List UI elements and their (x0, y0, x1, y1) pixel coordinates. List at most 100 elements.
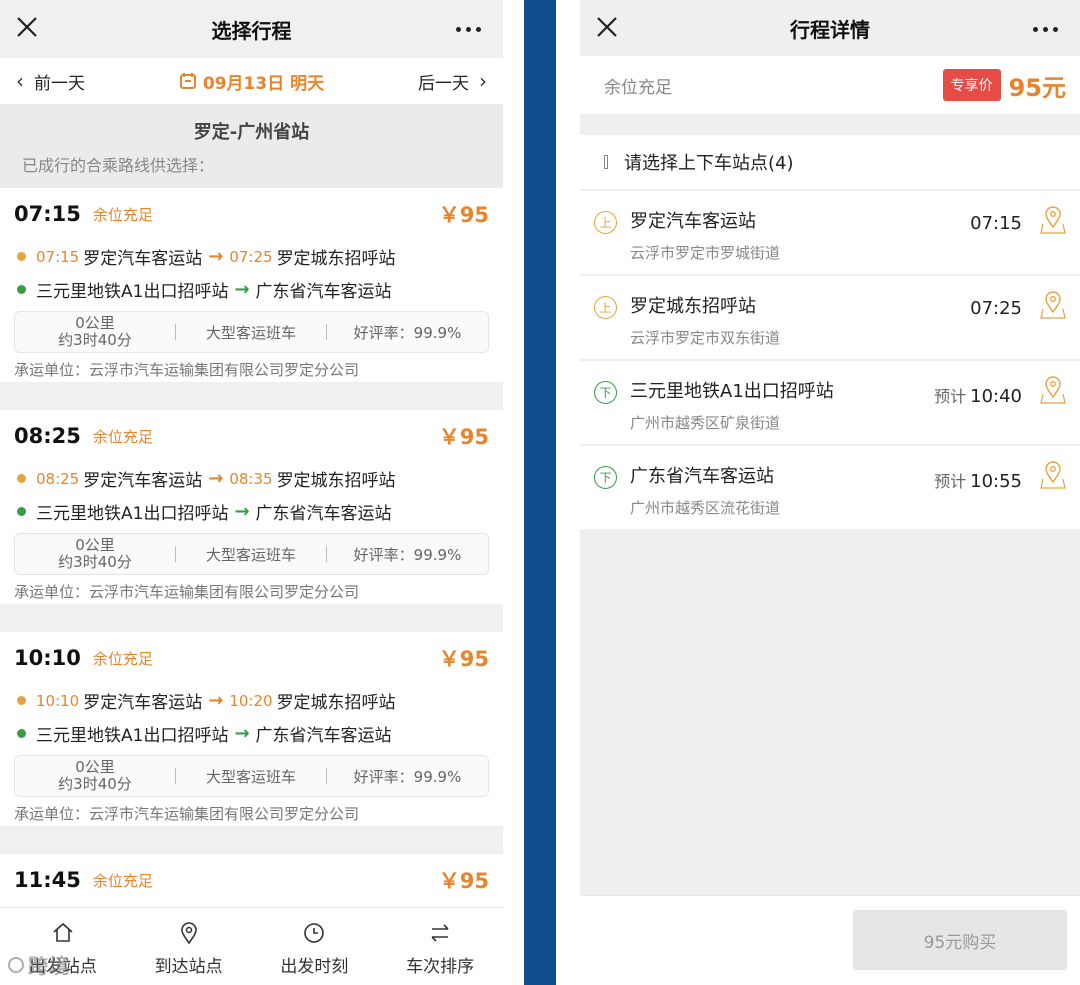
alight-icon: 下 (594, 381, 617, 404)
from-station: 罗定汽车客运站 (83, 471, 203, 491)
mid-time: 07:25 (229, 247, 273, 266)
trip-card[interactable]: 11:45 余位充足 ￥95 (0, 854, 503, 914)
header: 行程详情 (580, 0, 1080, 56)
from-station: 罗定汽车客运站 (83, 693, 203, 713)
trip-card[interactable]: 08:25 余位充足 ￥95 08:25 罗定汽车客运站 → 08:35 罗定城… (0, 410, 503, 604)
mid-station: 罗定城东招呼站 (276, 693, 396, 713)
route-hint: 已成行的合乘路线供选择： (22, 156, 215, 175)
from-time: 08:25 (36, 469, 80, 488)
rating: 好评率：99.9% (353, 545, 462, 564)
prev-day-button[interactable]: ‹ 前一天 (16, 69, 85, 94)
mid-station: 罗定城东招呼站 (276, 249, 396, 269)
arrow-right-icon: → (208, 246, 224, 267)
rating: 好评率：99.9% (353, 323, 462, 342)
distance: 0公里 (75, 314, 115, 332)
bottom-tab-bar: 出发站点 到达站点 出发时刻 车次排序 (0, 907, 503, 985)
exclusive-price-badge: 专享价 (942, 69, 1001, 101)
drop-station-2: 广东省汽车客运站 (255, 282, 392, 302)
alighting-route: 三元里地铁A1出口招呼站 → 广东省汽车客运站 (14, 273, 489, 306)
board-icon: 上 (594, 296, 617, 319)
map-pin-icon[interactable] (1040, 375, 1066, 405)
calendar-icon (179, 73, 196, 89)
home-icon (53, 922, 73, 942)
close-icon[interactable] (14, 14, 40, 40)
trip-time: 10:10 (14, 646, 81, 670)
drop-station-2: 广东省汽车客运站 (255, 504, 392, 524)
alight-icon: 下 (594, 466, 617, 489)
time-value: 10:55 (970, 471, 1022, 492)
stop-address: 广州市越秀区流花街道 (630, 499, 781, 517)
date-bar: ‹ 前一天 09月13日 明天 后一天 › (0, 58, 503, 104)
time-prefix: 预计 (934, 387, 967, 406)
stop-row[interactable]: 上 罗定汽车客运站 云浮市罗定市罗城街道 07:15 (580, 191, 1080, 275)
trip-price: ￥95 (438, 203, 489, 227)
from-time: 10:10 (36, 691, 80, 710)
trip-card[interactable]: 07:15 余位充足 ￥95 07:15 罗定汽车客运站 → 07:25 罗定城… (0, 188, 503, 382)
trip-card[interactable]: 10:10 余位充足 ￥95 10:10 罗定汽车客运站 → 10:20 罗定城… (0, 632, 503, 826)
tab-arrival-station[interactable]: 到达站点 (126, 908, 252, 985)
buy-button[interactable]: 95元购买 (853, 910, 1067, 970)
carrier: 承运单位：云浮市汽车运输集团有限公司罗定分公司 (14, 582, 360, 601)
alighting-dot (17, 729, 26, 738)
stop-time: 07:15 (966, 213, 1022, 234)
distance: 0公里 (75, 536, 115, 554)
alighting-dot (17, 285, 26, 294)
drop-station-1: 三元里地铁A1出口招呼站 (36, 726, 229, 746)
map-pin-icon[interactable] (1040, 460, 1066, 490)
drop-station-1: 三元里地铁A1出口招呼站 (36, 282, 229, 302)
availability: 余位充足 (92, 427, 153, 446)
boarding-dot (17, 474, 26, 483)
trip-selection-screen: 选择行程 ‹ 前一天 09月13日 明天 后一天 › 罗定-广州省站 已成行的合… (0, 0, 503, 985)
map-pin-icon[interactable] (1040, 290, 1066, 320)
boarding-route: 07:15 罗定汽车客运站 → 07:25 罗定城东招呼站 (14, 240, 489, 273)
trip-info-box: 0公里 约3时40分 大型客运班车 好评率：99.9% (14, 533, 489, 575)
more-icon[interactable] (1033, 27, 1058, 32)
header-marker-icon (604, 155, 608, 169)
more-icon[interactable] (456, 27, 481, 32)
watermark-text: 跨境 (28, 954, 70, 978)
tab-sort[interactable]: 车次排序 (377, 908, 503, 985)
stop-address: 广州市越秀区矿泉街道 (630, 414, 781, 432)
board-icon: 上 (594, 211, 617, 234)
stop-row[interactable]: 上 罗定城东招呼站 云浮市罗定市双东街道 07:25 (580, 276, 1080, 360)
tab-label: 出发时刻 (280, 957, 349, 977)
arrow-right-icon: → (234, 723, 250, 744)
chevron-right-icon: › (478, 69, 487, 93)
header: 选择行程 (0, 0, 503, 58)
duration: 约3时40分 (58, 331, 132, 349)
trip-time: 08:25 (14, 424, 81, 448)
stop-address: 云浮市罗定市双东街道 (630, 329, 781, 347)
footer-bar: 95元购买 (580, 895, 1080, 985)
distance: 0公里 (75, 758, 115, 776)
duration: 约3时40分 (58, 775, 132, 793)
selected-date: 09月13日 明天 (202, 73, 325, 94)
time-value: 07:25 (970, 298, 1022, 319)
stop-row[interactable]: 下 三元里地铁A1出口招呼站 广州市越秀区矿泉街道 预计 10:40 (580, 361, 1080, 445)
bus-type: 大型客运班车 (205, 545, 296, 564)
stop-name: 广东省汽车客运站 (630, 466, 774, 487)
date-picker[interactable]: 09月13日 明天 (179, 69, 324, 94)
time-prefix: 预计 (934, 472, 967, 491)
map-pin-icon[interactable] (1040, 205, 1066, 235)
stop-name: 罗定汽车客运站 (630, 211, 756, 232)
close-icon[interactable] (594, 14, 620, 40)
trip-time: 11:45 (14, 868, 81, 892)
availability: 余位充足 (92, 205, 153, 224)
alighting-route: 三元里地铁A1出口招呼站 → 广东省汽车客运站 (14, 717, 489, 750)
time-value: 07:15 (970, 213, 1022, 234)
alighting-route: 三元里地铁A1出口招呼站 → 广东省汽车客运站 (14, 495, 489, 528)
prev-day-label: 前一天 (34, 73, 85, 94)
next-day-button[interactable]: 后一天 › (418, 69, 487, 94)
time-value: 10:40 (970, 386, 1022, 407)
stop-time: 预计 10:55 (934, 468, 1022, 492)
stop-row[interactable]: 下 广东省汽车客运站 广州市越秀区流花街道 预计 10:55 (580, 446, 1080, 530)
tab-departure-time[interactable]: 出发时刻 (252, 908, 378, 985)
drop-station-2: 广东省汽车客运站 (255, 726, 392, 746)
rating: 好评率：99.9% (353, 767, 462, 786)
alighting-dot (17, 507, 26, 516)
boarding-dot (17, 696, 26, 705)
arrow-right-icon: → (208, 690, 224, 711)
carrier: 承运单位：云浮市汽车运输集团有限公司罗定分公司 (14, 804, 360, 823)
arrow-right-icon: → (234, 501, 250, 522)
trip-price: ￥95 (438, 869, 489, 893)
